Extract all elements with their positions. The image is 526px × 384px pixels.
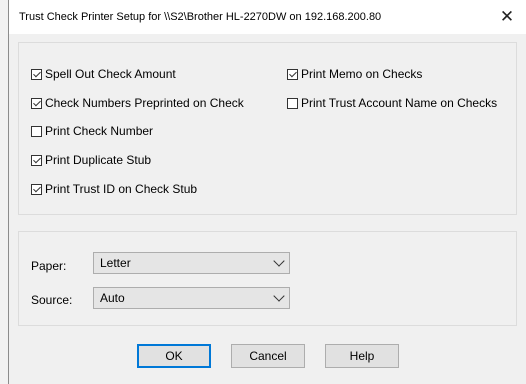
chevron-down-icon xyxy=(273,255,285,267)
source-label: Source: xyxy=(31,293,73,307)
close-icon[interactable]: ✕ xyxy=(487,0,526,34)
source-select-value: Auto xyxy=(100,291,125,305)
paper-source-group: Paper: Letter Source: Auto xyxy=(18,231,517,326)
checkbox-box xyxy=(31,97,42,109)
printer-setup-dialog: Trust Check Printer Setup for \\S2\Broth… xyxy=(8,0,526,384)
checkbox-print-trust-id-on-stub[interactable]: Print Trust ID on Check Stub xyxy=(31,181,197,197)
chevron-down-icon xyxy=(273,290,285,302)
paper-label: Paper: xyxy=(31,259,67,273)
checkbox-label: Print Duplicate Stub xyxy=(45,153,152,167)
checkbox-box xyxy=(31,68,42,80)
checkbox-print-duplicate-stub[interactable]: Print Duplicate Stub xyxy=(31,152,151,168)
checkbox-box xyxy=(31,183,42,195)
checkbox-box xyxy=(31,125,42,137)
paper-select[interactable]: Letter xyxy=(93,252,290,274)
checkbox-print-trust-account-name[interactable]: Print Trust Account Name on Checks xyxy=(287,95,497,111)
checkbox-spell-out-check-amount[interactable]: Spell Out Check Amount xyxy=(31,66,176,82)
checkbox-label: Spell Out Check Amount xyxy=(45,67,176,81)
checkbox-check-numbers-preprinted[interactable]: Check Numbers Preprinted on Check xyxy=(31,95,244,111)
window-title: Trust Check Printer Setup for \\S2\Broth… xyxy=(19,11,382,23)
title-bar: Trust Check Printer Setup for \\S2\Broth… xyxy=(9,0,526,34)
ok-button[interactable]: OK xyxy=(137,344,211,368)
checkbox-label: Print Trust ID on Check Stub xyxy=(45,182,198,196)
checkbox-box xyxy=(287,68,298,80)
help-button[interactable]: Help xyxy=(325,344,399,368)
paper-select-value: Letter xyxy=(100,256,131,270)
checkbox-label: Print Memo on Checks xyxy=(301,67,423,81)
checkbox-print-memo-on-checks[interactable]: Print Memo on Checks xyxy=(287,66,422,82)
checkbox-box xyxy=(31,154,42,166)
checkbox-print-check-number[interactable]: Print Check Number xyxy=(31,123,153,139)
checkbox-label: Print Check Number xyxy=(45,124,154,138)
cancel-button[interactable]: Cancel xyxy=(231,344,305,368)
source-select[interactable]: Auto xyxy=(93,287,290,309)
options-group: Spell Out Check Amount Check Numbers Pre… xyxy=(18,42,517,215)
checkbox-label: Print Trust Account Name on Checks xyxy=(301,96,498,110)
checkbox-box xyxy=(287,97,298,109)
checkbox-label: Check Numbers Preprinted on Check xyxy=(45,96,244,110)
